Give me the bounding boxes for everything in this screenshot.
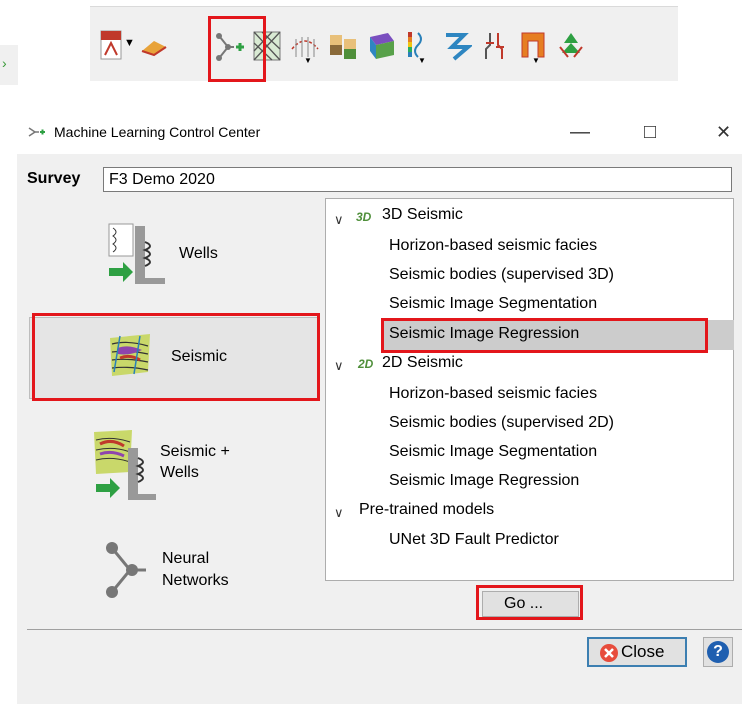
dropdown-arrow-icon[interactable]: ▼ (124, 37, 135, 71)
neural-network-icon (104, 540, 152, 603)
title-bar: Machine Learning Control Center — □ ✕ (17, 112, 742, 154)
volume-icon[interactable] (366, 29, 396, 63)
tree-item[interactable]: Seismic bodies (supervised 3D) (389, 266, 614, 284)
chevron-down-icon[interactable]: ∨ (334, 358, 344, 374)
seismic-wells-label: Seismic + Wells (160, 443, 230, 481)
seismic-wells-category-button[interactable]: Seismic + Wells (92, 428, 252, 504)
wells-label: Wells (179, 245, 218, 262)
3d-seismic-icon: 3D (356, 210, 372, 224)
close-button-label: Close (621, 642, 665, 661)
divider (27, 629, 742, 630)
neural-networks-label: Neural Networks (162, 550, 229, 589)
2d-seismic-icon: 2D (358, 357, 374, 371)
flatten-icon[interactable] (442, 29, 474, 63)
well-correlation-icon[interactable] (328, 29, 358, 63)
help-button[interactable]: ? (703, 637, 733, 667)
close-circle-icon (599, 643, 619, 668)
maximize-button[interactable]: □ (644, 120, 656, 144)
arrow-icon: › (2, 55, 7, 71)
chevron-down-icon[interactable]: ∨ (334, 212, 344, 228)
tree-item[interactable]: UNet 3D Fault Predictor (389, 531, 559, 549)
tree-item[interactable]: Seismic Image Regression (389, 472, 579, 490)
close-window-button[interactable]: ✕ (716, 120, 731, 144)
machine-learning-icon (26, 125, 46, 142)
tree-item[interactable]: Seismic bodies (supervised 2D) (389, 414, 614, 432)
go-highlight-box (476, 585, 583, 620)
tree-item[interactable]: Seismic Image Segmentation (389, 295, 597, 313)
horizon-icon[interactable] (140, 29, 168, 63)
toolbar-edge-left: › (0, 45, 18, 85)
tree-item[interactable]: Seismic Image Segmentation (389, 443, 597, 461)
tree-group-pretrained-models[interactable]: Pre-trained models (359, 501, 494, 519)
toolbar: ▼ ▼ ▼ ▼ (90, 6, 678, 81)
regression-highlight-box (381, 318, 708, 353)
wells-category-button[interactable]: Wells (105, 222, 245, 288)
window-title: Machine Learning Control Center (54, 124, 261, 140)
tree-item[interactable]: Horizon-based seismic facies (389, 385, 597, 403)
attribute-icon[interactable]: ▼ (404, 29, 434, 65)
seismic-highlight-box (32, 313, 320, 401)
neural-networks-category-button[interactable]: Neural Networks (100, 538, 260, 602)
fault-icon[interactable] (480, 29, 510, 63)
svg-text:▼: ▼ (532, 56, 540, 63)
tree-group-2d-seismic[interactable]: 2D Seismic (382, 354, 463, 372)
geobody-icon[interactable]: ▼ (518, 29, 548, 65)
svg-text:▼: ▼ (418, 56, 426, 63)
survey-label: Survey (27, 170, 81, 187)
minimize-button[interactable]: — (570, 120, 590, 144)
toolbar-highlight-box (208, 16, 266, 82)
help-icon: ? (707, 641, 729, 663)
pdf-export-icon[interactable] (98, 29, 124, 63)
wavelet-icon[interactable]: ▼ (290, 29, 320, 65)
svg-text:▼: ▼ (304, 56, 312, 63)
wells-icon (105, 222, 175, 293)
chevron-down-icon[interactable]: ∨ (334, 505, 344, 521)
tree-group-3d-seismic[interactable]: 3D Seismic (382, 206, 463, 224)
seismic-wells-icon (92, 428, 158, 507)
tree-item[interactable]: Horizon-based seismic facies (389, 237, 597, 255)
survey-field[interactable]: F3 Demo 2020 (103, 167, 732, 192)
close-button[interactable]: Close (587, 637, 687, 667)
tree-export-icon[interactable] (556, 29, 586, 63)
